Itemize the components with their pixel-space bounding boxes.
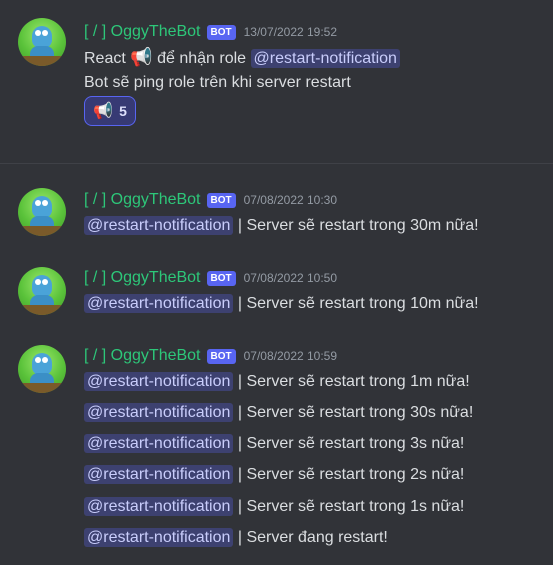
- message-text: Bot sẽ ping role trên khi server restart: [84, 74, 351, 91]
- message-text: | Server sẽ restart trong 10m nữa!: [233, 295, 479, 312]
- message-text: | Server sẽ restart trong 30m nữa!: [233, 217, 479, 234]
- username[interactable]: [ / ] OggyTheBot: [84, 23, 201, 41]
- message-line: @restart-notification | Server sẽ restar…: [84, 213, 479, 239]
- bot-avatar[interactable]: [18, 18, 66, 66]
- timestamp: 13/07/2022 19:52: [243, 25, 338, 39]
- bot-avatar[interactable]: [18, 188, 66, 236]
- role-mention[interactable]: @restart-notification: [84, 372, 234, 391]
- bot-tag: BOT: [206, 348, 236, 364]
- bot-avatar[interactable]: [18, 345, 66, 393]
- message-divider: [0, 163, 553, 164]
- message-text: | Server sẽ restart trong 1m nữa!: [233, 373, 470, 390]
- role-mention[interactable]: @restart-notification: [84, 497, 234, 516]
- timestamp: 07/08/2022 10:30: [243, 193, 338, 207]
- message-text: React: [84, 50, 131, 67]
- role-mention[interactable]: @restart-notification: [84, 294, 234, 313]
- message-header: [ / ] OggyTheBot BOT 07/08/2022 10:50: [84, 268, 337, 288]
- message-line: @restart-notification | Server sẽ restar…: [84, 291, 479, 317]
- message-line: React 📢 để nhận role @restart-notificati…: [84, 44, 400, 70]
- bot-avatar[interactable]: [18, 267, 66, 315]
- message-text: | Server sẽ restart trong 1s nữa!: [233, 498, 465, 515]
- bot-tag: BOT: [206, 192, 236, 208]
- megaphone-icon: 📢: [130, 47, 153, 67]
- bot-tag: BOT: [206, 24, 236, 40]
- message-line: @restart-notification | Server sẽ restar…: [84, 369, 470, 395]
- message-line: @restart-notification | Server sẽ restar…: [84, 400, 473, 426]
- reaction-count: 5: [119, 103, 127, 119]
- username[interactable]: [ / ] OggyTheBot: [84, 269, 201, 287]
- message-text: | Server sẽ restart trong 3s nữa!: [233, 435, 465, 452]
- role-mention[interactable]: @restart-notification: [84, 465, 234, 484]
- username[interactable]: [ / ] OggyTheBot: [84, 191, 201, 209]
- role-mention[interactable]: @restart-notification: [250, 49, 400, 68]
- message-text: | Server sẽ restart trong 30s nữa!: [233, 404, 474, 421]
- role-mention[interactable]: @restart-notification: [84, 403, 234, 422]
- bot-tag: BOT: [206, 270, 236, 286]
- message-text: | Server đang restart!: [233, 529, 388, 546]
- message-line: @restart-notification | Server sẽ restar…: [84, 494, 464, 520]
- message-text: | Server sẽ restart trong 2s nữa!: [233, 466, 465, 483]
- reaction-button[interactable]: 📢 5: [84, 96, 136, 126]
- message-line: @restart-notification | Server sẽ restar…: [84, 431, 464, 457]
- message-header: [ / ] OggyTheBot BOT 07/08/2022 10:59: [84, 346, 337, 366]
- message-header: [ / ] OggyTheBot BOT 13/07/2022 19:52: [84, 22, 337, 42]
- megaphone-icon: 📢: [93, 103, 114, 120]
- role-mention[interactable]: @restart-notification: [84, 528, 234, 547]
- username[interactable]: [ / ] OggyTheBot: [84, 347, 201, 365]
- message-line: @restart-notification | Server sẽ restar…: [84, 462, 464, 488]
- role-mention[interactable]: @restart-notification: [84, 434, 234, 453]
- timestamp: 07/08/2022 10:59: [243, 349, 338, 363]
- timestamp: 07/08/2022 10:50: [243, 271, 338, 285]
- role-mention[interactable]: @restart-notification: [84, 216, 234, 235]
- message-text: để nhận role: [152, 50, 251, 67]
- message-line: Bot sẽ ping role trên khi server restart: [84, 70, 351, 96]
- message-header: [ / ] OggyTheBot BOT 07/08/2022 10:30: [84, 190, 337, 210]
- message-line: @restart-notification | Server đang rest…: [84, 525, 388, 551]
